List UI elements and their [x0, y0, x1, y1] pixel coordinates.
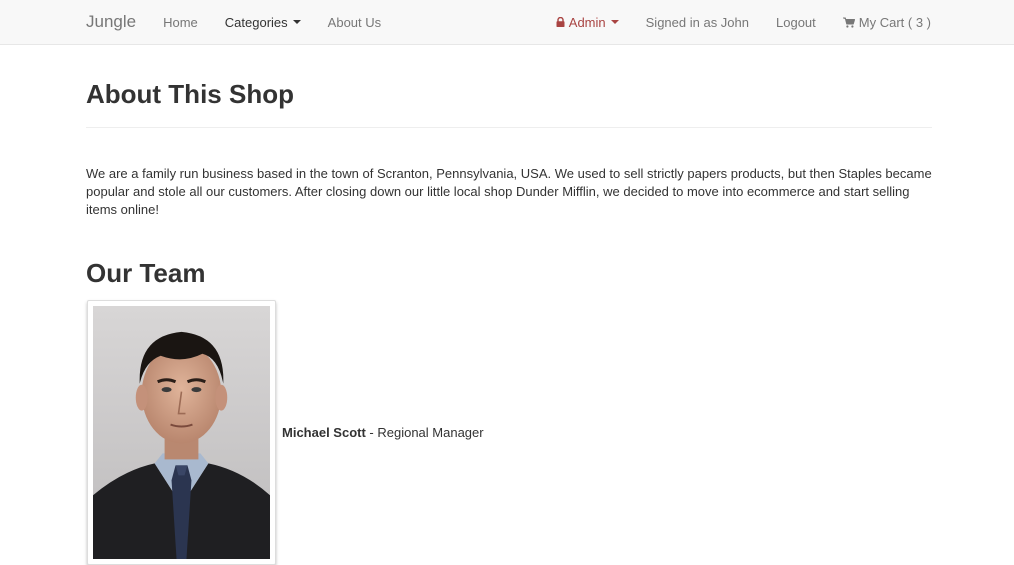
nav-cart-label: My Cart ( 3 ) — [858, 14, 931, 30]
nav-logout[interactable]: Logout — [776, 15, 816, 30]
lock-icon — [556, 17, 565, 27]
nav-cart[interactable]: My Cart ( 3 ) — [842, 14, 931, 30]
member-separator: - — [365, 425, 378, 440]
nav-right: Admin Signed in as John Logout My Cart (… — [556, 0, 931, 44]
nav-signed-in[interactable]: Signed in as John — [646, 15, 749, 30]
member-photo-frame — [87, 300, 276, 565]
nav-home[interactable]: Home — [163, 15, 198, 30]
nav-categories-dropdown[interactable]: Categories — [225, 15, 301, 30]
member-role: Regional Manager — [377, 425, 484, 440]
nav-admin-label: Admin — [568, 14, 606, 30]
cart-icon — [842, 16, 855, 28]
page-header: About This Shop — [86, 45, 932, 128]
member-caption: Michael Scott - Regional Manager — [282, 425, 484, 440]
intro-paragraph: We are a family run business based in th… — [86, 166, 932, 217]
nav-admin-dropdown[interactable]: Admin — [556, 15, 619, 30]
member-name: Michael Scott — [282, 425, 366, 440]
caret-down-icon — [292, 20, 301, 24]
page-title: About This Shop — [86, 79, 294, 109]
navbar: Jungle Home Categories About Us Admin Si… — [0, 0, 1014, 45]
nav-about[interactable]: About Us — [328, 15, 381, 30]
nav-left: Jungle Home Categories About Us — [86, 0, 408, 44]
nav-categories-label: Categories — [224, 14, 288, 30]
brand-link[interactable]: Jungle — [86, 12, 136, 32]
team-heading: Our Team — [86, 258, 206, 288]
member-photo — [93, 306, 270, 559]
team-member: Michael Scott - Regional Manager — [86, 300, 932, 565]
caret-down-icon — [610, 20, 619, 24]
main-content: About This Shop We are a family run busi… — [86, 45, 932, 565]
